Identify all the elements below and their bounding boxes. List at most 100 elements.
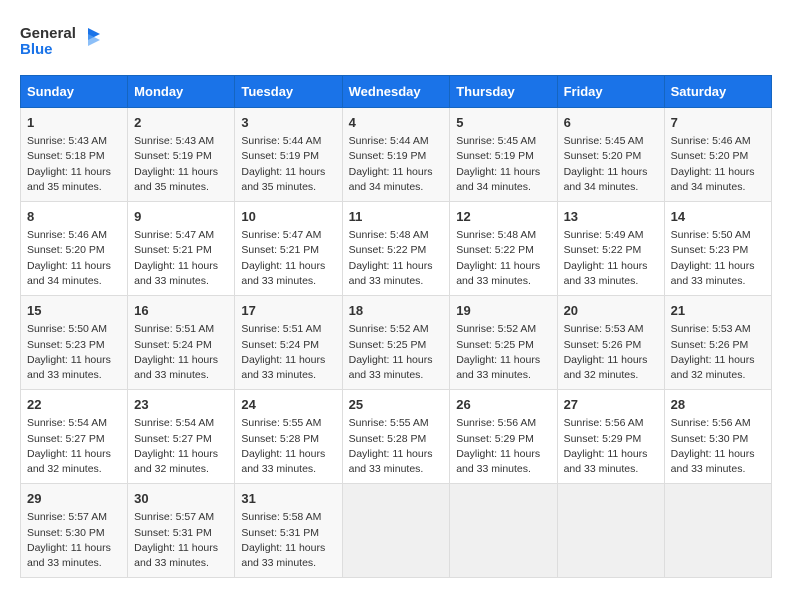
day-number: 7: [671, 114, 765, 132]
day-number: 2: [134, 114, 228, 132]
calendar-cell: 22Sunrise: 5:54 AM Sunset: 5:27 PM Dayli…: [21, 390, 128, 484]
day-number: 12: [456, 208, 550, 226]
calendar-week-1: 1Sunrise: 5:43 AM Sunset: 5:18 PM Daylig…: [21, 108, 772, 202]
day-info: Sunrise: 5:48 AM Sunset: 5:22 PM Dayligh…: [456, 228, 550, 289]
calendar-cell: 1Sunrise: 5:43 AM Sunset: 5:18 PM Daylig…: [21, 108, 128, 202]
calendar-week-5: 29Sunrise: 5:57 AM Sunset: 5:30 PM Dayli…: [21, 484, 772, 578]
calendar-week-2: 8 Sunrise: 5:46 AM Sunset: 5:20 PM Daylig…: [21, 202, 772, 296]
day-info: Sunrise: 5:43 AM Sunset: 5:19 PM Dayligh…: [134, 134, 228, 195]
day-info: Sunrise: 5:49 AM Sunset: 5:22 PM Dayligh…: [564, 228, 658, 289]
day-info: Sunrise: 5:53 AM Sunset: 5:26 PM Dayligh…: [671, 322, 765, 383]
day-info: Sunrise: 5:58 AM Sunset: 5:31 PM Dayligh…: [241, 510, 335, 571]
calendar-cell: [664, 484, 771, 578]
calendar-cell: 6 Sunrise: 5:45 AM Sunset: 5:20 PM Daylig…: [557, 108, 664, 202]
day-number: 4: [349, 114, 444, 132]
header-friday: Friday: [557, 76, 664, 108]
day-info: Sunrise: 5:50 AM Sunset: 5:23 PM Dayligh…: [671, 228, 765, 289]
calendar-cell: 17Sunrise: 5:51 AM Sunset: 5:24 PM Dayli…: [235, 296, 342, 390]
day-info: Sunrise: 5:57 AM Sunset: 5:31 PM Dayligh…: [134, 510, 228, 571]
day-info: Sunrise: 5:51 AM Sunset: 5:24 PM Dayligh…: [134, 322, 228, 383]
day-info: Sunrise: 5:48 AM Sunset: 5:22 PM Dayligh…: [349, 228, 444, 289]
calendar-cell: 30 Sunrise: 5:57 AM Sunset: 5:31 PM Dayli…: [128, 484, 235, 578]
calendar-cell: 25Sunrise: 5:55 AM Sunset: 5:28 PM Dayli…: [342, 390, 450, 484]
day-number: 16: [134, 302, 228, 320]
calendar-cell: 7 Sunrise: 5:46 AM Sunset: 5:20 PM Daylig…: [664, 108, 771, 202]
day-number: 23: [134, 396, 228, 414]
day-info: Sunrise: 5:45 AM Sunset: 5:20 PM Dayligh…: [564, 134, 658, 195]
day-info: Sunrise: 5:47 AM Sunset: 5:21 PM Dayligh…: [134, 228, 228, 289]
day-number: 18: [349, 302, 444, 320]
calendar-cell: 21 Sunrise: 5:53 AM Sunset: 5:26 PM Dayli…: [664, 296, 771, 390]
day-info: Sunrise: 5:50 AM Sunset: 5:23 PM Dayligh…: [27, 322, 121, 383]
day-number: 25: [349, 396, 444, 414]
calendar-cell: 26 Sunrise: 5:56 AM Sunset: 5:29 PM Dayli…: [450, 390, 557, 484]
day-info: Sunrise: 5:56 AM Sunset: 5:30 PM Dayligh…: [671, 416, 765, 477]
calendar-cell: 15 Sunrise: 5:50 AM Sunset: 5:23 PM Dayli…: [21, 296, 128, 390]
day-number: 20: [564, 302, 658, 320]
day-info: Sunrise: 5:46 AM Sunset: 5:20 PM Dayligh…: [671, 134, 765, 195]
logo-area: General Blue: [20, 20, 100, 67]
calendar-cell: 18 Sunrise: 5:52 AM Sunset: 5:25 PM Dayli…: [342, 296, 450, 390]
calendar-cell: [342, 484, 450, 578]
header-thursday: Thursday: [450, 76, 557, 108]
calendar-cell: 27Sunrise: 5:56 AM Sunset: 5:29 PM Dayli…: [557, 390, 664, 484]
calendar-cell: 13 Sunrise: 5:49 AM Sunset: 5:22 PM Dayli…: [557, 202, 664, 296]
page-container: General Blue SundayMondayTuesdayWednesda…: [20, 20, 772, 578]
svg-text:Blue: Blue: [20, 41, 53, 58]
day-number: 28: [671, 396, 765, 414]
day-number: 6: [564, 114, 658, 132]
day-number: 5: [456, 114, 550, 132]
day-info: Sunrise: 5:56 AM Sunset: 5:29 PM Dayligh…: [564, 416, 658, 477]
day-info: Sunrise: 5:47 AM Sunset: 5:21 PM Dayligh…: [241, 228, 335, 289]
calendar-header-row: SundayMondayTuesdayWednesdayThursdayFrid…: [21, 76, 772, 108]
day-info: Sunrise: 5:45 AM Sunset: 5:19 PM Dayligh…: [456, 134, 550, 195]
day-info: Sunrise: 5:56 AM Sunset: 5:29 PM Dayligh…: [456, 416, 550, 477]
header-sunday: Sunday: [21, 76, 128, 108]
calendar-cell: 3 Sunrise: 5:44 AM Sunset: 5:19 PM Daylig…: [235, 108, 342, 202]
calendar-cell: [450, 484, 557, 578]
calendar-table: SundayMondayTuesdayWednesdayThursdayFrid…: [20, 75, 772, 578]
day-number: 30: [134, 490, 228, 508]
day-number: 11: [349, 208, 444, 226]
calendar-cell: [557, 484, 664, 578]
day-number: 1: [27, 114, 121, 132]
calendar-cell: 28 Sunrise: 5:56 AM Sunset: 5:30 PM Dayli…: [664, 390, 771, 484]
day-info: Sunrise: 5:44 AM Sunset: 5:19 PM Dayligh…: [241, 134, 335, 195]
day-number: 15: [27, 302, 121, 320]
day-number: 3: [241, 114, 335, 132]
header: General Blue: [20, 20, 772, 67]
calendar-week-3: 15 Sunrise: 5:50 AM Sunset: 5:23 PM Dayli…: [21, 296, 772, 390]
calendar-cell: 4 Sunrise: 5:44 AM Sunset: 5:19 PM Daylig…: [342, 108, 450, 202]
day-number: 9: [134, 208, 228, 226]
header-tuesday: Tuesday: [235, 76, 342, 108]
day-info: Sunrise: 5:51 AM Sunset: 5:24 PM Dayligh…: [241, 322, 335, 383]
header-wednesday: Wednesday: [342, 76, 450, 108]
day-number: 29: [27, 490, 121, 508]
day-info: Sunrise: 5:53 AM Sunset: 5:26 PM Dayligh…: [564, 322, 658, 383]
day-number: 14: [671, 208, 765, 226]
calendar-cell: 10 Sunrise: 5:47 AM Sunset: 5:21 PM Dayli…: [235, 202, 342, 296]
logo: General Blue: [20, 20, 100, 67]
day-number: 8: [27, 208, 121, 226]
day-info: Sunrise: 5:44 AM Sunset: 5:19 PM Dayligh…: [349, 134, 444, 195]
calendar-cell: 8 Sunrise: 5:46 AM Sunset: 5:20 PM Daylig…: [21, 202, 128, 296]
calendar-cell: 16 Sunrise: 5:51 AM Sunset: 5:24 PM Dayli…: [128, 296, 235, 390]
header-monday: Monday: [128, 76, 235, 108]
day-info: Sunrise: 5:54 AM Sunset: 5:27 PM Dayligh…: [134, 416, 228, 477]
calendar-cell: 2 Sunrise: 5:43 AM Sunset: 5:19 PM Daylig…: [128, 108, 235, 202]
day-number: 13: [564, 208, 658, 226]
day-number: 26: [456, 396, 550, 414]
calendar-cell: 12 Sunrise: 5:48 AM Sunset: 5:22 PM Dayli…: [450, 202, 557, 296]
day-number: 24: [241, 396, 335, 414]
day-number: 31: [241, 490, 335, 508]
day-number: 10: [241, 208, 335, 226]
calendar-cell: 31 Sunrise: 5:58 AM Sunset: 5:31 PM Dayli…: [235, 484, 342, 578]
day-number: 21: [671, 302, 765, 320]
calendar-cell: 5 Sunrise: 5:45 AM Sunset: 5:19 PM Daylig…: [450, 108, 557, 202]
calendar-cell: 19Sunrise: 5:52 AM Sunset: 5:25 PM Dayli…: [450, 296, 557, 390]
calendar-cell: 23 Sunrise: 5:54 AM Sunset: 5:27 PM Dayli…: [128, 390, 235, 484]
day-info: Sunrise: 5:52 AM Sunset: 5:25 PM Dayligh…: [349, 322, 444, 383]
calendar-cell: 20 Sunrise: 5:53 AM Sunset: 5:26 PM Dayli…: [557, 296, 664, 390]
day-info: Sunrise: 5:46 AM Sunset: 5:20 PM Dayligh…: [27, 228, 121, 289]
day-info: Sunrise: 5:54 AM Sunset: 5:27 PM Dayligh…: [27, 416, 121, 477]
